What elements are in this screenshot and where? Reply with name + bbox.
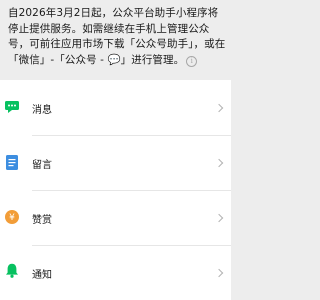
menu-list: 消息 留言 ¥ 赞赏 通知 [0, 80, 231, 300]
reward-yen-icon: ¥ [5, 210, 19, 224]
menu-item-label: 留言 [32, 160, 52, 171]
menu-item-label: 消息 [32, 105, 52, 116]
chevron-right-icon [214, 213, 224, 223]
menu-item-reward[interactable]: ¥ 赞赏 [0, 190, 231, 245]
bell-icon [6, 263, 18, 278]
comment-icon [6, 155, 18, 170]
menu-item-messages[interactable]: 消息 [0, 80, 231, 135]
notice-text: 自2026年3月2日起，公众平台助手小程序将停止提供服务。如需继续在手机上管理公… [8, 6, 226, 68]
menu-item-comments[interactable]: 留言 [0, 135, 231, 190]
info-icon[interactable]: i [186, 55, 198, 67]
chevron-right-icon [214, 103, 224, 113]
message-icon [5, 101, 19, 113]
chevron-right-icon [214, 158, 224, 168]
menu-item-label: 赞赏 [32, 215, 52, 226]
notice-banner: 自2026年3月2日起，公众平台助手小程序将停止提供服务。如需继续在手机上管理公… [0, 0, 231, 80]
chevron-right-icon [214, 268, 224, 278]
svg-text:¥: ¥ [9, 213, 15, 223]
menu-item-notifications[interactable]: 通知 [0, 245, 231, 300]
menu-item-label: 通知 [32, 270, 52, 281]
